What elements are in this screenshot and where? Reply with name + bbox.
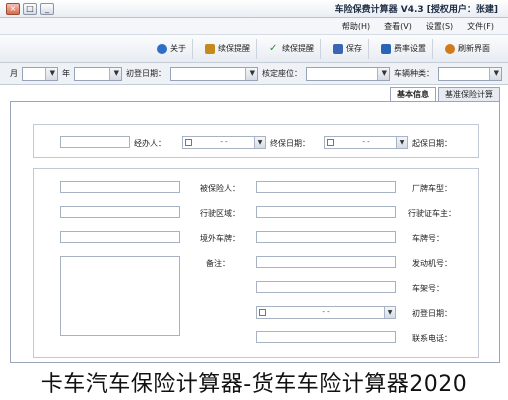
check-icon: ✓ bbox=[269, 42, 278, 54]
basic-info-panel: 起保日期： - - ▼ 终保日期： - - ▼ 经办人： 厂牌车型： 行驶证车主… bbox=[10, 101, 500, 363]
bell-icon bbox=[205, 43, 215, 54]
chevron-down-icon: ▼ bbox=[249, 68, 255, 77]
contact-phone-label: 联系电话： bbox=[412, 334, 452, 343]
renewal-reminder-button[interactable]: 续保提醒 bbox=[199, 38, 257, 59]
license-owner-label: 行驶证车主： bbox=[408, 209, 456, 218]
renewal-check-label: 续保提醒 bbox=[282, 44, 314, 53]
menu-bar: 帮助(H) 查看(V) 设置(S) 文件(F) bbox=[0, 18, 508, 35]
remark-label: 备注： bbox=[206, 259, 230, 268]
save-icon bbox=[333, 43, 343, 54]
menu-settings[interactable]: 设置(S) bbox=[426, 21, 453, 32]
tab-premium-calc[interactable]: 基准保险计算 bbox=[438, 87, 500, 101]
foreign-plate-label: 境外车牌： bbox=[200, 234, 240, 243]
about-button[interactable]: 关于 bbox=[151, 38, 193, 59]
start-date-label: 起保日期： bbox=[412, 139, 452, 148]
insurance-dates-group: 起保日期： - - ▼ 终保日期： - - ▼ 经办人： bbox=[33, 124, 479, 158]
foreign-plate-input[interactable] bbox=[60, 231, 180, 243]
year-label: 年 bbox=[62, 69, 70, 78]
chevron-down-icon: ▼ bbox=[113, 68, 119, 77]
end-date-value: - - bbox=[220, 138, 228, 146]
first-reg-date-value: - - bbox=[322, 308, 330, 316]
filter-bar: 月 ▼ 年 ▼ 初登日期： ▼ 核定座位： ▼ 车辆种类： ▼ bbox=[0, 63, 508, 85]
caption-banner: 卡车汽车保险计算器-货车车险计算器2020 bbox=[0, 363, 508, 400]
first-reg-date-input[interactable]: - - ▼ bbox=[256, 306, 396, 319]
info-icon bbox=[157, 43, 167, 54]
window-controls: × □ _ bbox=[6, 2, 54, 15]
engine-number-input[interactable] bbox=[256, 256, 396, 268]
contact-phone-input[interactable] bbox=[256, 331, 396, 343]
start-date-checkbox[interactable] bbox=[327, 139, 334, 146]
chevron-down-icon: ▼ bbox=[396, 137, 407, 148]
month-select[interactable]: ▼ bbox=[22, 66, 58, 81]
menu-help[interactable]: 帮助(H) bbox=[342, 21, 370, 32]
brand-model-input[interactable] bbox=[256, 181, 396, 193]
engine-number-label: 发动机号： bbox=[412, 259, 452, 268]
tab-strip: 基本信息 基准保险计算 bbox=[0, 87, 500, 101]
toolbar: 关于 续保提醒 ✓ 续保提醒 保存 费率设置 刷新界面 bbox=[0, 35, 508, 63]
save-button[interactable]: 保存 bbox=[327, 38, 369, 59]
insured-input[interactable] bbox=[60, 181, 180, 193]
end-date-input[interactable]: - - ▼ bbox=[182, 136, 266, 149]
menu-file[interactable]: 文件(F) bbox=[467, 21, 494, 32]
chevron-down-icon: ▼ bbox=[493, 68, 499, 77]
window-title: 车险保费计算器 V4.3 [授权用户：张建] bbox=[334, 5, 498, 15]
vin-input[interactable] bbox=[256, 281, 396, 293]
renewal-check-button[interactable]: ✓ 续保提醒 bbox=[263, 38, 321, 59]
minimize-button[interactable]: _ bbox=[40, 2, 54, 15]
vehicle-info-group: 厂牌车型： 行驶证车主： 车牌号： 发动机号： 车架号： 初登日期： - - ▼… bbox=[33, 168, 479, 358]
app-window: × □ _ 车险保费计算器 V4.3 [授权用户：张建] 帮助(H) 查看(V)… bbox=[0, 0, 508, 400]
driving-area-label: 行驶区域： bbox=[200, 209, 240, 218]
close-button[interactable]: × bbox=[6, 2, 20, 15]
remark-textarea[interactable] bbox=[60, 256, 180, 336]
about-label: 关于 bbox=[170, 44, 186, 53]
chevron-down-icon: ▼ bbox=[49, 68, 55, 77]
brand-model-label: 厂牌车型： bbox=[412, 184, 452, 193]
caption-text: 卡车汽车保险计算器-货车车险计算器2020 bbox=[40, 371, 468, 397]
save-label: 保存 bbox=[346, 44, 362, 53]
end-date-checkbox[interactable] bbox=[185, 139, 192, 146]
car-type-label: 车辆种类： bbox=[394, 69, 434, 78]
menu-view[interactable]: 查看(V) bbox=[384, 21, 412, 32]
end-date-label: 终保日期： bbox=[270, 139, 310, 148]
first-reg-date-checkbox[interactable] bbox=[259, 309, 266, 316]
license-owner-input[interactable] bbox=[256, 206, 396, 218]
refresh-label: 刷新界面 bbox=[458, 44, 490, 53]
car-type-select[interactable]: ▼ bbox=[438, 66, 502, 81]
reg-date-select[interactable]: ▼ bbox=[170, 66, 258, 81]
insured-label: 被保险人： bbox=[200, 184, 240, 193]
refresh-icon bbox=[445, 43, 455, 54]
start-date-input[interactable]: - - ▼ bbox=[324, 136, 408, 149]
refresh-button[interactable]: 刷新界面 bbox=[439, 39, 496, 59]
chevron-down-icon: ▼ bbox=[254, 137, 265, 148]
vin-label: 车架号： bbox=[412, 284, 444, 293]
plate-number-input[interactable] bbox=[256, 231, 396, 243]
plate-number-label: 车牌号： bbox=[412, 234, 444, 243]
tab-basic-info[interactable]: 基本信息 bbox=[390, 87, 436, 101]
rate-settings-label: 费率设置 bbox=[394, 44, 426, 53]
agent-input[interactable] bbox=[60, 136, 130, 148]
chevron-down-icon: ▼ bbox=[381, 68, 387, 77]
rate-settings-button[interactable]: 费率设置 bbox=[375, 38, 433, 59]
agent-label: 经办人： bbox=[134, 139, 166, 148]
settings-icon bbox=[381, 43, 391, 54]
title-bar: × □ _ 车险保费计算器 V4.3 [授权用户：张建] bbox=[0, 0, 508, 18]
first-reg-date-label: 初登日期： bbox=[412, 309, 452, 318]
seat-label: 核定座位： bbox=[262, 69, 302, 78]
seat-select[interactable]: ▼ bbox=[306, 66, 390, 81]
chevron-down-icon: ▼ bbox=[384, 307, 395, 318]
year-select[interactable]: ▼ bbox=[74, 66, 122, 81]
start-date-value: - - bbox=[362, 138, 370, 146]
month-label: 月 bbox=[10, 69, 18, 78]
driving-area-input[interactable] bbox=[60, 206, 180, 218]
maximize-button[interactable]: □ bbox=[23, 2, 37, 15]
renewal-reminder-label: 续保提醒 bbox=[218, 44, 250, 53]
reg-date-label: 初登日期： bbox=[126, 69, 166, 78]
